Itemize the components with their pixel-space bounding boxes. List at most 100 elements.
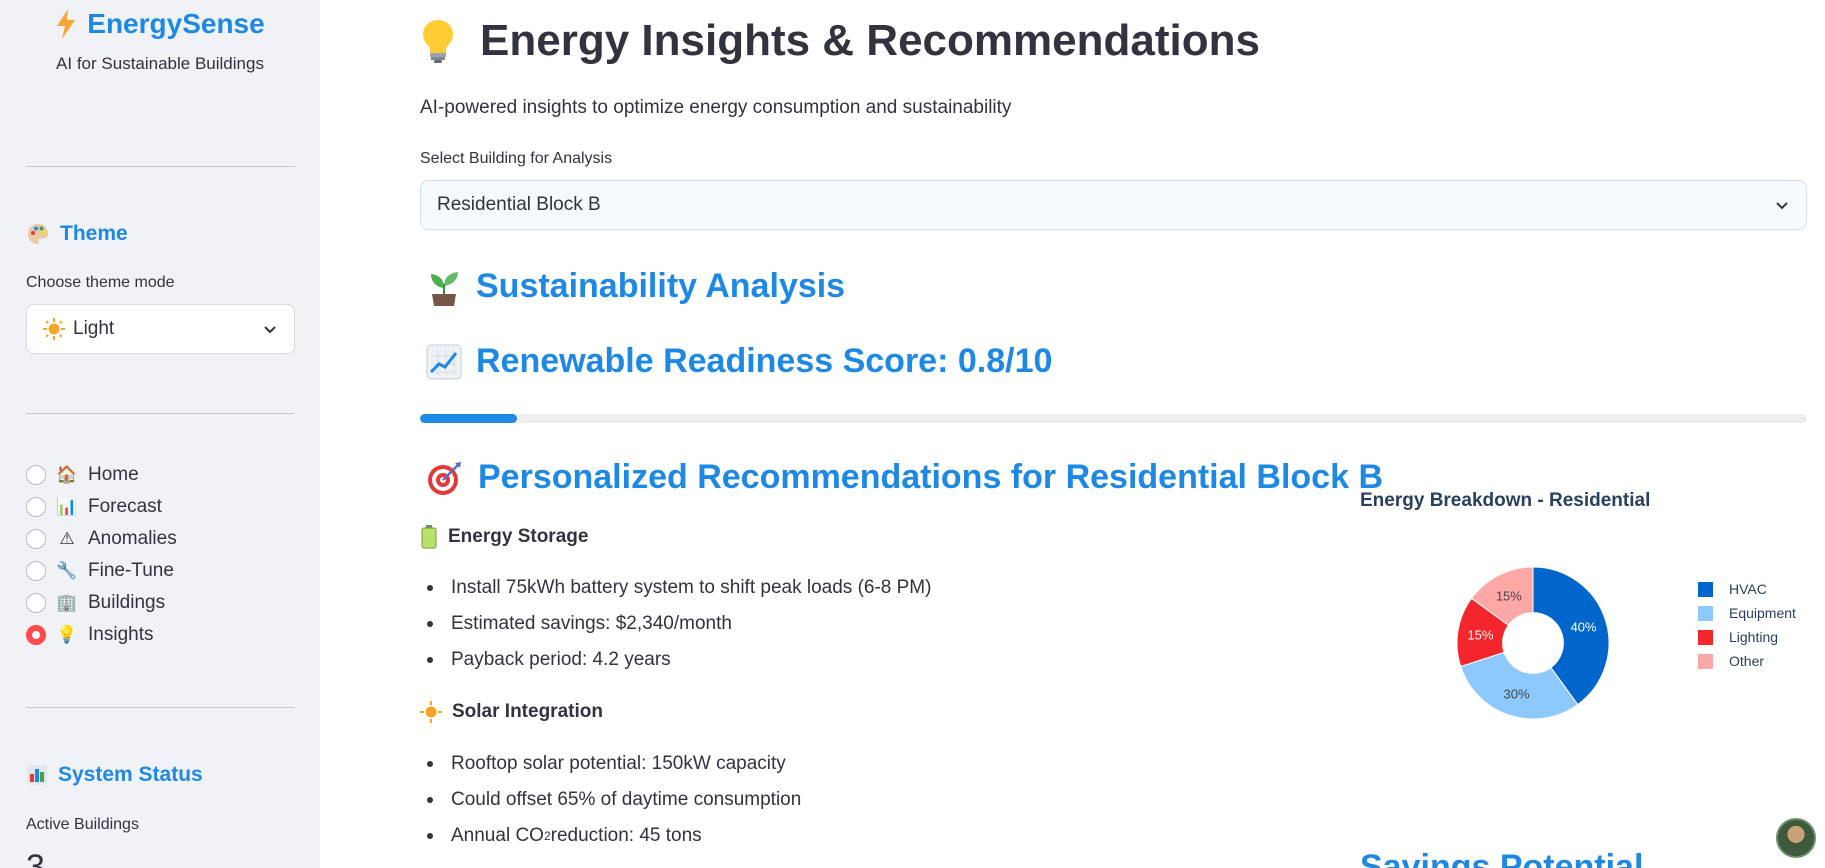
legend-item-hvac[interactable]: HVAC: [1698, 577, 1796, 601]
list-item: Payback period: 4.2 years: [420, 642, 931, 678]
palette-icon: [28, 224, 48, 244]
pie-slice-label: 15%: [1496, 589, 1522, 604]
legend-item-other[interactable]: Other: [1698, 649, 1796, 673]
list-item-co2: Annual CO 2 reduction: 45 tons: [420, 818, 801, 854]
nav-label: Fine-Tune: [88, 560, 174, 581]
energy-storage-heading: Energy Storage: [420, 525, 588, 549]
legend-swatch: [1698, 629, 1713, 645]
radio-button[interactable]: [26, 593, 46, 613]
nav-anomalies[interactable]: ⚠ Anomalies: [26, 523, 177, 555]
legend-swatch: [1698, 605, 1713, 621]
list-item: Could offset 65% of daytime consumption: [420, 782, 801, 818]
chart-title: Energy Breakdown - Residential: [1360, 490, 1651, 511]
brand: EnergySense AI for Sustainable Buildings: [0, 8, 320, 74]
recommendations-heading: Personalized Recommendations for Residen…: [426, 458, 1383, 497]
theme-label: Choose theme mode: [26, 274, 175, 291]
theme-select[interactable]: Light: [26, 304, 295, 354]
readiness-progress-bar: [420, 414, 1807, 423]
sustainability-heading-text: Sustainability Analysis: [476, 266, 846, 305]
chevron-down-icon: [1776, 202, 1788, 210]
solar-integration-list: Rooftop solar potential: 150kW capacity …: [420, 746, 801, 854]
legend-swatch: [1698, 653, 1713, 669]
lightbulb-icon: [423, 20, 453, 63]
readiness-heading: Renewable Readiness Score: 0.8/10: [426, 342, 1052, 381]
active-buildings-value: 3: [26, 848, 45, 868]
legend-label: Lighting: [1729, 629, 1779, 645]
savings-heading-text: Savings Potential: [1360, 848, 1644, 868]
sun-icon: [43, 318, 65, 340]
radio-button[interactable]: [26, 529, 46, 549]
nav-label: Insights: [88, 624, 154, 645]
nav-forecast[interactable]: 📊 Forecast: [26, 491, 177, 523]
system-status-heading: System Status: [26, 763, 203, 787]
energy-storage-heading-text: Energy Storage: [448, 526, 589, 547]
nav-fine-tune[interactable]: 🔧 Fine-Tune: [26, 555, 177, 587]
legend-label: Other: [1729, 653, 1765, 669]
pie-slice-label: 40%: [1571, 620, 1597, 635]
page-title: Energy Insights & Recommendations: [420, 16, 1260, 66]
lightning-icon: [57, 9, 76, 39]
battery-icon: [421, 525, 437, 549]
building-select-label: Select Building for Analysis: [420, 150, 613, 167]
nav-home[interactable]: 🏠 Home: [26, 459, 177, 491]
co2-prefix: Annual CO: [451, 825, 544, 846]
sustainability-heading: Sustainability Analysis: [426, 266, 845, 306]
list-item: Rooftop solar potential: 150kW capacity: [420, 746, 801, 782]
sidebar: EnergySense AI for Sustainable Buildings…: [0, 0, 320, 868]
co2-suffix: reduction: 45 tons: [550, 825, 702, 846]
list-item: Estimated savings: $2,340/month: [420, 606, 931, 642]
page-title-text: Energy Insights & Recommendations: [480, 16, 1260, 65]
pie-slice-label: 15%: [1467, 628, 1493, 643]
savings-potential-heading: Savings Potential: [1360, 848, 1643, 868]
sun-icon: [420, 701, 442, 723]
radio-button[interactable]: [26, 465, 46, 485]
bar-chart-icon: [27, 765, 47, 785]
bar-chart-icon: 📊: [56, 497, 78, 516]
lightbulb-icon: 💡: [56, 625, 78, 644]
list-item: Install 75kWh battery system to shift pe…: [420, 570, 931, 606]
chart-legend: HVAC Equipment Lighting Other: [1698, 577, 1796, 673]
nav-label: Buildings: [88, 592, 166, 613]
main-content: Energy Insights & Recommendations AI-pow…: [320, 0, 1825, 868]
readiness-progress-fill: [420, 414, 518, 423]
legend-swatch: [1698, 581, 1713, 597]
nav-label: Forecast: [88, 496, 162, 517]
co2-subscript: 2: [543, 829, 551, 843]
brand-title: EnergySense: [55, 8, 265, 40]
legend-item-lighting[interactable]: Lighting: [1698, 625, 1796, 649]
nav-insights[interactable]: 💡 Insights: [26, 619, 177, 651]
energy-storage-list: Install 75kWh battery system to shift pe…: [420, 570, 931, 678]
divider: [26, 413, 295, 414]
radio-button[interactable]: [26, 561, 46, 581]
legend-label: Equipment: [1729, 605, 1796, 621]
avatar[interactable]: [1776, 818, 1816, 858]
divider: [26, 707, 295, 708]
theme-heading-text: Theme: [60, 222, 128, 245]
nav-buildings[interactable]: 🏢 Buildings: [26, 587, 177, 619]
divider: [26, 166, 295, 167]
house-icon: 🏠: [56, 465, 78, 484]
building-select[interactable]: Residential Block B: [420, 180, 1807, 230]
energy-breakdown-donut-chart: 40% 30% 15% 15%: [1456, 566, 1610, 720]
recommendations-heading-text: Personalized Recommendations for Residen…: [478, 458, 1384, 496]
nav-label: Home: [88, 464, 139, 485]
warning-icon: ⚠: [59, 529, 75, 548]
page-caption: AI-powered insights to optimize energy c…: [420, 97, 1012, 118]
chart-increasing-icon: [426, 344, 462, 379]
building-select-value: Residential Block B: [437, 194, 601, 215]
brand-subtitle: AI for Sustainable Buildings: [56, 54, 264, 73]
radio-button-selected[interactable]: [26, 625, 46, 645]
legend-item-equipment[interactable]: Equipment: [1698, 601, 1796, 625]
readiness-heading-text: Renewable Readiness Score: 0.8/10: [476, 342, 1053, 380]
wrench-icon: 🔧: [56, 561, 78, 580]
target-icon: [428, 461, 461, 495]
nav-label: Anomalies: [88, 528, 177, 549]
navigation-radio-group: 🏠 Home 📊 Forecast ⚠ Anomalies 🔧 Fine-Tun…: [26, 459, 177, 651]
chevron-down-icon: [264, 326, 276, 334]
radio-button[interactable]: [26, 497, 46, 517]
system-status-text: System Status: [58, 763, 203, 786]
active-buildings-label: Active Buildings: [26, 816, 139, 833]
seedling-icon: [431, 272, 458, 306]
brand-name: EnergySense: [87, 8, 265, 39]
legend-label: HVAC: [1729, 581, 1767, 597]
